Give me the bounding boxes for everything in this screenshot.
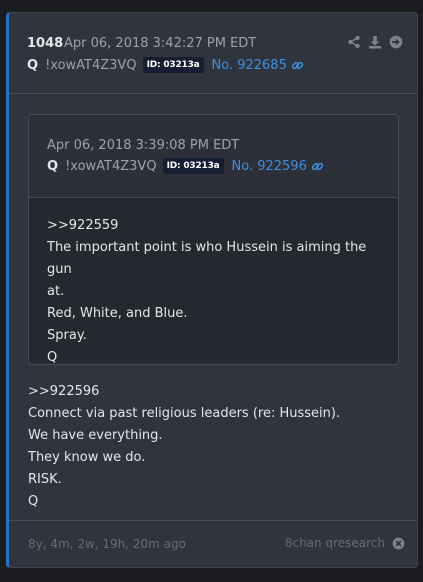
quoted-author-line: Q !xowAT4Z3VQ ID: 03213a No. 922596 — [47, 158, 324, 174]
reply-link[interactable]: >>922596 — [28, 381, 340, 403]
quoted-body-line: Red, White, and Blue. — [47, 306, 188, 321]
post-body: >>922596 Connect via past religious lead… — [28, 381, 340, 513]
quoted-body-line: Q — [47, 350, 58, 365]
quoted-reply-link[interactable]: >>922559 — [47, 215, 387, 237]
post-actions — [347, 35, 403, 49]
quoted-tripcode: !xowAT4Z3VQ — [65, 158, 157, 174]
share-icon[interactable] — [347, 35, 361, 49]
link-icon[interactable] — [311, 160, 324, 173]
quoted-post-body: >>922559 The important point is who Huss… — [47, 215, 387, 365]
forward-icon[interactable] — [389, 35, 403, 49]
quoted-author-name: Q — [47, 158, 59, 174]
tripcode: !xowAT4Z3VQ — [45, 57, 137, 73]
quoted-body-line: Spray. — [47, 328, 87, 343]
body-line: Q — [28, 494, 39, 509]
body-line: Connect via past religious leaders (re: … — [28, 406, 341, 421]
quoted-user-id-badge: ID: 03213a — [162, 158, 224, 174]
quoted-timestamp: Apr 06, 2018 3:39:08 PM EDT — [47, 138, 240, 153]
quoted-post-number-link[interactable]: No. 922596 — [232, 159, 307, 174]
source-label: 8chan qresearch — [284, 536, 385, 550]
link-icon[interactable] — [291, 59, 304, 72]
quoted-post[interactable]: Apr 06, 2018 3:39:08 PM EDT Q !xowAT4Z3V… — [28, 114, 399, 365]
post-footer: 8y, 4m, 2w, 19h, 20m ago 8chan qresearch — [9, 520, 417, 567]
post-age: 8y, 4m, 2w, 19h, 20m ago — [28, 537, 186, 551]
source-tag: 8chan qresearch — [285, 536, 405, 550]
quoted-post-header: Apr 06, 2018 3:39:08 PM EDT Q !xowAT4Z3V… — [29, 115, 398, 198]
quoted-body-line: The important point is who Hussein is ai… — [47, 240, 367, 277]
post-timestamp: Apr 06, 2018 3:42:27 PM EDT — [64, 36, 257, 51]
post-index: 1048 — [27, 36, 64, 51]
body-line: They know we do. — [28, 450, 146, 465]
post-author-line: Q !xowAT4Z3VQ ID: 03213a No. 922685 — [27, 57, 304, 73]
post-header: 1048 Apr 06, 2018 3:42:27 PM EDT Q !xowA… — [9, 13, 417, 94]
body-line: We have everything. — [28, 428, 163, 443]
body-line: RISK. — [28, 472, 62, 487]
quoted-body-line: at. — [47, 284, 65, 299]
post-card: 1048 Apr 06, 2018 3:42:27 PM EDT Q !xowA… — [6, 12, 418, 568]
download-icon[interactable] — [368, 35, 382, 49]
user-id-badge: ID: 03213a — [142, 57, 204, 73]
author-name: Q — [27, 57, 39, 73]
close-icon[interactable] — [392, 537, 405, 550]
post-number-link[interactable]: No. 922685 — [212, 58, 287, 73]
